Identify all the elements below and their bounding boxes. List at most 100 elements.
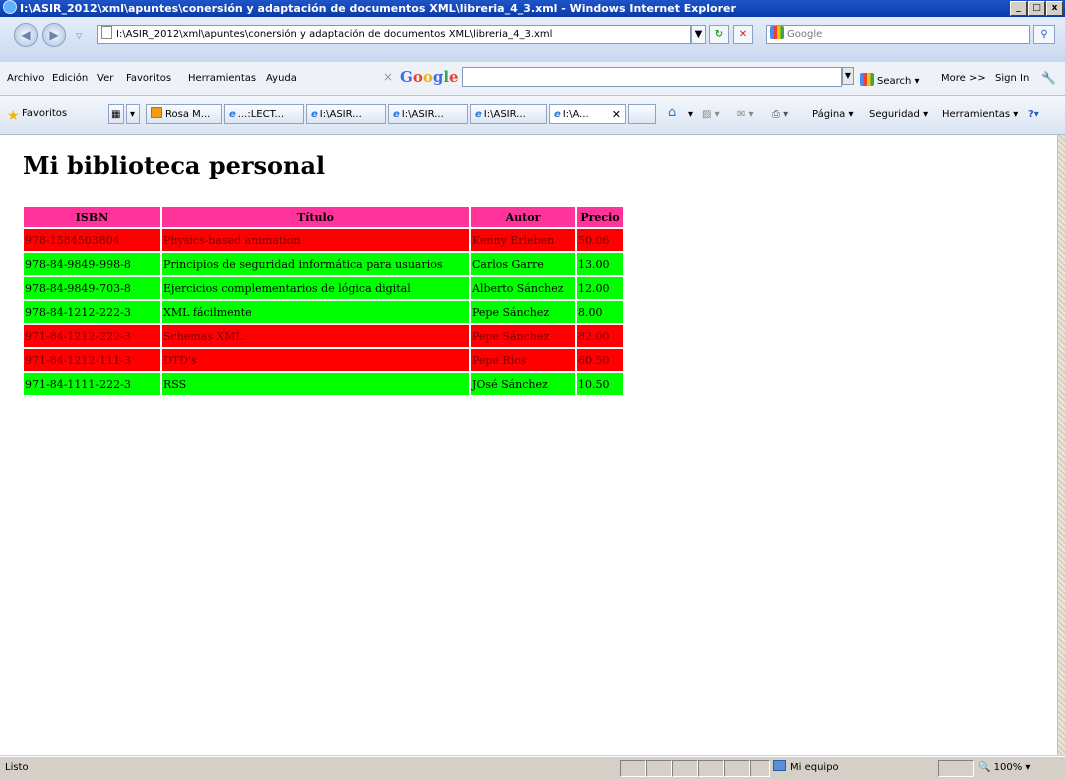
cell-titulo: DTD's <box>162 349 469 371</box>
zoom-button[interactable]: 🔍 100% ▾ <box>978 757 1030 779</box>
home-icon[interactable]: ⌂ <box>668 105 676 120</box>
tab-1[interactable]: Rosa M... <box>146 104 222 124</box>
table-row: 971-84-1212-111-3 DTD's Pepe Rios 60.50 <box>24 349 623 371</box>
cell-titulo: RSS <box>162 373 469 395</box>
cell-titulo: Principios de seguridad informática para… <box>162 253 469 275</box>
google-search-icon <box>860 73 874 86</box>
table-row: 971-84-1212-222-3 Schemas XML Pepe Sánchez… <box>24 325 623 347</box>
table-row: 978-84-1212-222-3 XML fácilmente Pepe Sánc… <box>24 301 623 323</box>
table-header-row: ISBN Título Autor Precio <box>24 207 623 227</box>
cell-isbn: 978-84-1212-222-3 <box>24 301 160 323</box>
cell-autor: Pepe Sánchez <box>471 301 575 323</box>
google-search-button[interactable]: Search ▾ <box>857 73 920 87</box>
refresh-button[interactable]: ↻ <box>709 25 729 44</box>
search-input[interactable]: Google <box>766 25 1030 44</box>
security-menu-button[interactable]: Seguridad ▾ <box>869 109 928 120</box>
page-content: Mi biblioteca personal ISBN Título Autor… <box>0 135 1057 755</box>
stop-button[interactable]: ✕ <box>733 25 753 44</box>
address-url: I:\ASIR_2012\xml\apuntes\conersión y ada… <box>116 29 553 40</box>
table-row: 978-84-9849-703-8 Ejercicios complementar… <box>24 277 623 299</box>
table-row: 978-1584503804 Physics-based animation Ken… <box>24 229 623 251</box>
cell-titulo: XML fácilmente <box>162 301 469 323</box>
menu-toolbar: Archivo Edición Ver Favoritos Herramient… <box>0 62 1065 96</box>
search-placeholder: Google <box>787 29 823 40</box>
menu-edicion[interactable]: Edición <box>52 73 88 84</box>
tab-4[interactable]: e I:\ASIR... <box>388 104 468 124</box>
feeds-icon[interactable]: ▨ ▾ <box>702 109 720 120</box>
column-header-precio: Precio <box>577 207 623 227</box>
search-button[interactable]: ⚲ <box>1033 25 1055 44</box>
tab-active[interactable]: e I:\A... ✕ <box>549 104 626 124</box>
tab-2[interactable]: e ...:LECT... <box>224 104 304 124</box>
mail-icon[interactable]: ✉ ▾ <box>737 109 754 120</box>
status-pane <box>750 760 770 777</box>
quick-tabs-button[interactable]: ▦ <box>108 104 124 124</box>
computer-icon <box>773 760 786 771</box>
help-icon[interactable]: ?▾ <box>1028 109 1039 120</box>
stop-icon: ✕ <box>738 29 748 40</box>
cell-titulo: Physics-based animation <box>162 229 469 251</box>
close-toolbar-icon[interactable]: × <box>383 70 393 84</box>
cell-precio: 82.00 <box>577 325 623 347</box>
window-titlebar: I:\ASIR_2012\xml\apuntes\conersión y ada… <box>0 0 1065 17</box>
vertical-scrollbar[interactable] <box>1057 135 1065 755</box>
google-toolbar-input[interactable] <box>462 67 842 87</box>
menu-herramientas[interactable]: Herramientas <box>188 73 256 84</box>
ie-logo-icon <box>3 0 17 14</box>
status-bar: Listo Mi equipo 🔍 100% ▾ <box>0 756 1065 779</box>
menu-favoritos[interactable]: Favoritos <box>126 73 171 84</box>
page-icon <box>101 26 112 39</box>
cell-autor: JOsé Sánchez <box>471 373 575 395</box>
minimize-button[interactable]: _ <box>1010 1 1027 16</box>
ie-page-icon: e <box>229 109 236 120</box>
close-window-button[interactable]: x <box>1046 1 1063 16</box>
tools-menu-button[interactable]: Herramientas ▾ <box>942 109 1018 120</box>
favorites-button[interactable]: Favoritos <box>22 108 67 119</box>
status-pane <box>620 760 646 777</box>
status-pane <box>672 760 698 777</box>
column-header-titulo: Título <box>162 207 469 227</box>
home-dropdown-icon[interactable]: ▾ <box>688 109 693 120</box>
cell-isbn: 971-84-1212-222-3 <box>24 325 160 347</box>
cell-precio: 60.50 <box>577 349 623 371</box>
cell-precio: 8.00 <box>577 301 623 323</box>
star-icon[interactable]: ★ <box>7 108 20 124</box>
grid-icon: ▦ <box>111 109 121 120</box>
cell-precio: 13.00 <box>577 253 623 275</box>
tab-5[interactable]: e I:\ASIR... <box>470 104 547 124</box>
forward-button[interactable]: ▶ <box>42 23 66 47</box>
close-tab-icon[interactable]: ✕ <box>612 105 621 123</box>
orange-page-icon <box>151 107 162 118</box>
back-button[interactable]: ◀ <box>14 23 38 47</box>
address-toolbar: ◀ ▶ ▽ I:\ASIR_2012\xml\apuntes\conersión… <box>0 17 1065 62</box>
maximize-button[interactable]: □ <box>1028 1 1045 16</box>
print-icon[interactable]: ⎙ ▾ <box>772 109 788 120</box>
menu-archivo[interactable]: Archivo <box>7 73 44 84</box>
menu-ayuda[interactable]: Ayuda <box>266 73 297 84</box>
table-row: 978-84-9849-998-8 Principios de seguridad… <box>24 253 623 275</box>
menu-ver[interactable]: Ver <box>97 73 113 84</box>
sign-in-button[interactable]: Sign In <box>995 73 1029 84</box>
status-pane <box>698 760 724 777</box>
zoom-icon: 🔍 <box>978 762 991 773</box>
address-dropdown-button[interactable]: ▼ <box>691 25 706 44</box>
ie-page-icon: e <box>475 109 482 120</box>
wrench-icon[interactable]: 🔧 <box>1041 71 1056 85</box>
address-input[interactable]: I:\ASIR_2012\xml\apuntes\conersión y ada… <box>97 25 691 44</box>
cell-isbn: 971-84-1212-111-3 <box>24 349 160 371</box>
security-zone[interactable]: Mi equipo <box>773 757 839 779</box>
google-search-dropdown[interactable]: ▼ <box>842 67 854 85</box>
new-tab-button[interactable] <box>628 104 656 124</box>
tab-3[interactable]: e I:\ASIR... <box>306 104 386 124</box>
history-dropdown-icon[interactable]: ▽ <box>76 31 82 40</box>
tab-list-dropdown[interactable]: ▾ <box>126 104 140 124</box>
more-button[interactable]: More >> <box>941 73 986 84</box>
google-provider-icon <box>770 26 784 39</box>
cell-titulo: Schemas XML <box>162 325 469 347</box>
page-menu-button[interactable]: Página ▾ <box>812 109 854 120</box>
protected-mode-button[interactable] <box>938 760 974 777</box>
magnifier-icon: ⚲ <box>1040 29 1048 40</box>
favorites-tabs-bar: ★ Favoritos ▦ ▾ Rosa M... e ...:LECT... e… <box>0 96 1065 135</box>
cell-precio: 50.06 <box>577 229 623 251</box>
table-row: 971-84-1111-222-3 RSS JOsé Sánchez 10.50 <box>24 373 623 395</box>
